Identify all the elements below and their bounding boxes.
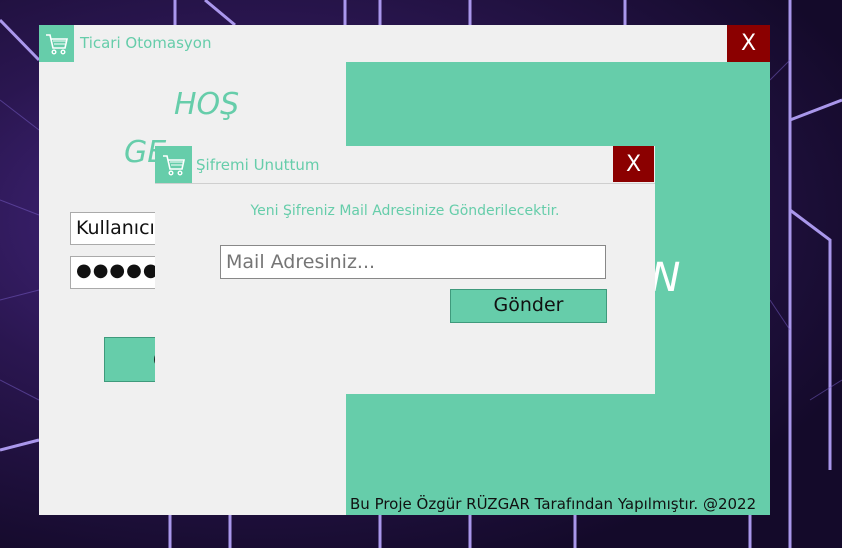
main-titlebar: Ticari Otomasyon <box>39 25 770 62</box>
dialog-title: Şifremi Unuttum <box>196 156 320 174</box>
forgot-password-dialog: Şifremi Unuttum X Yeni Şifreniz Mail Adr… <box>155 146 655 394</box>
dialog-titlebar: Şifremi Unuttum X <box>155 146 655 184</box>
shopping-cart-icon <box>155 146 192 183</box>
main-window-title: Ticari Otomasyon <box>80 34 212 52</box>
shopping-cart-icon <box>39 25 74 62</box>
main-close-button[interactable]: X <box>727 25 770 62</box>
send-button[interactable]: Gönder <box>450 289 607 323</box>
dialog-close-button[interactable]: X <box>613 146 654 182</box>
welcome-heading-line1: HOŞ <box>174 87 240 122</box>
dialog-message: Yeni Şifreniz Mail Adresinize Gönderilec… <box>250 203 560 219</box>
footer-credit: Bu Proje Özgür RÜZGAR Tarafından Yapılmı… <box>350 495 757 513</box>
mail-input[interactable] <box>220 245 606 279</box>
